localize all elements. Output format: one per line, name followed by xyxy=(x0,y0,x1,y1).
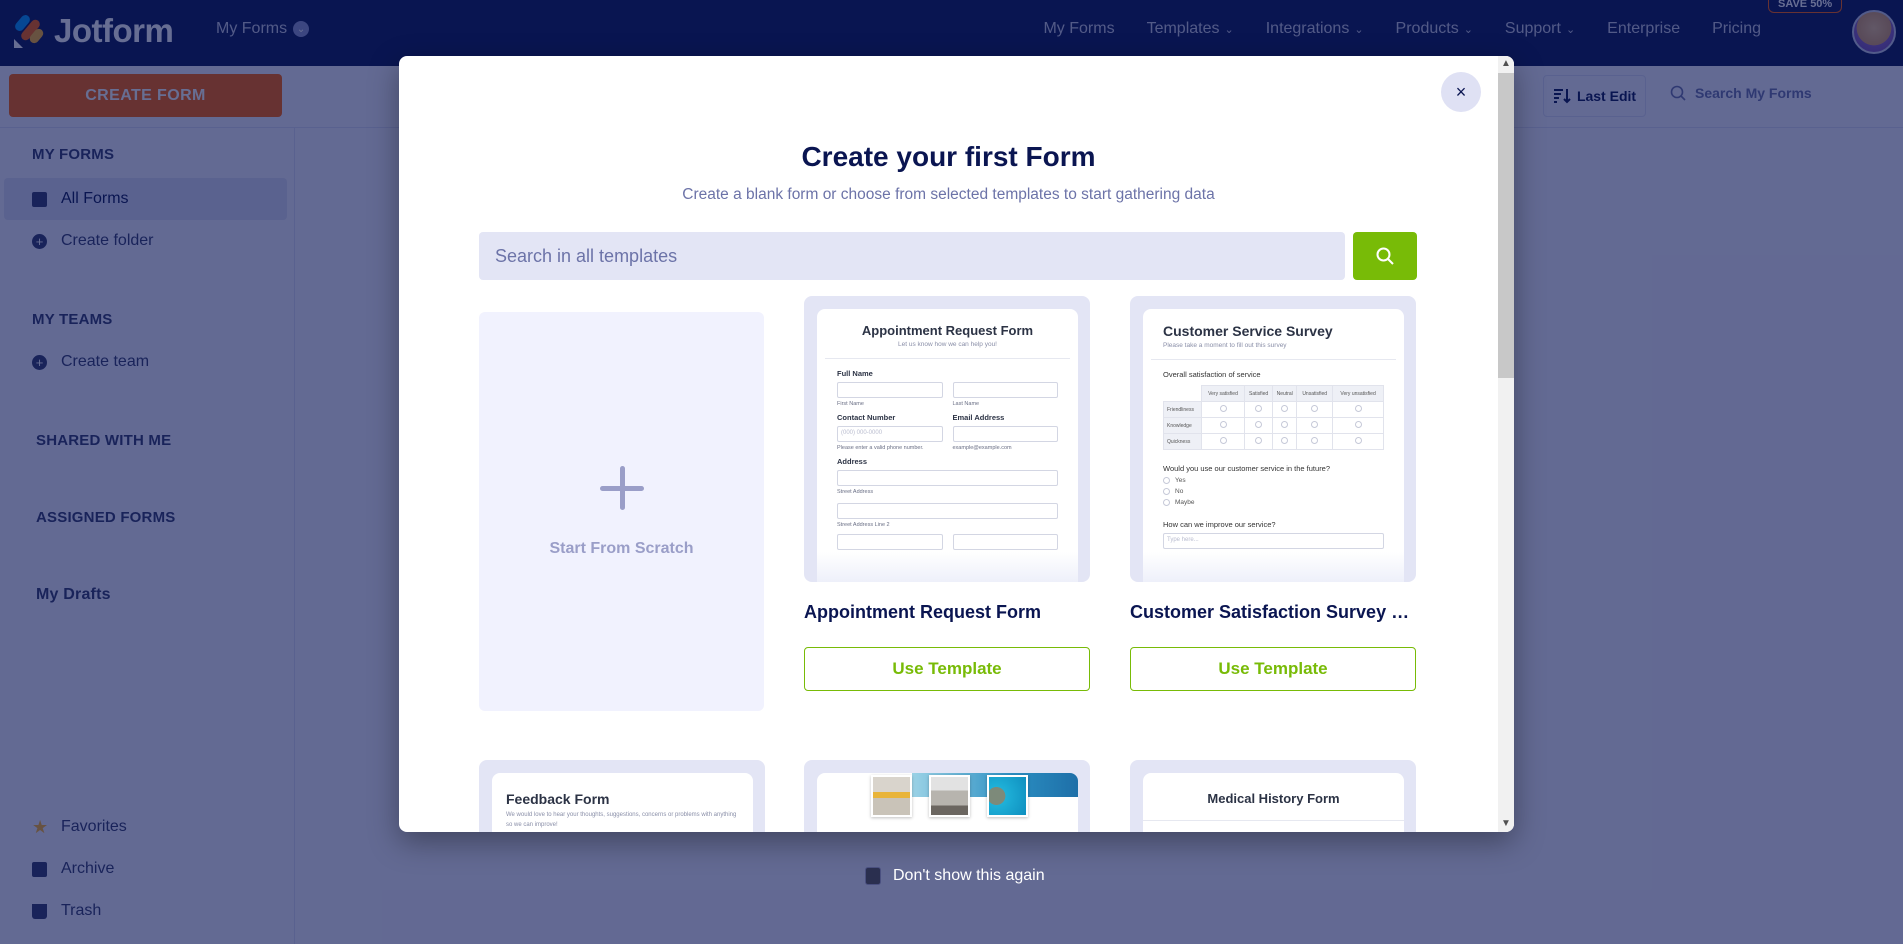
dont-show-checkbox[interactable] xyxy=(865,867,881,885)
dont-show-label: Don't show this again xyxy=(893,867,1045,884)
template-card-medical-history[interactable]: Medical History Form xyxy=(1130,760,1416,832)
plus-icon xyxy=(599,465,644,510)
modal-scrollbar[interactable]: ▲ ▼ xyxy=(1498,56,1514,832)
preview-matrix: Very satisfied Satisfied Neutral Unsatis… xyxy=(1163,385,1384,450)
create-form-modal: × Create your first Form Create a blank … xyxy=(399,56,1514,832)
preview-hint: example@example.com xyxy=(952,445,1012,451)
matrix-row: Quickness xyxy=(1163,433,1202,450)
matrix-column: Satisfied xyxy=(1243,385,1274,402)
preview-label: Email Address xyxy=(952,413,1005,422)
matrix-column: Very satisfied xyxy=(1201,385,1245,402)
preview-placeholder: Type here... xyxy=(1163,533,1384,549)
start-from-scratch-card[interactable]: Start From Scratch xyxy=(479,312,764,711)
matrix-row: Knowledge xyxy=(1163,417,1202,434)
template-name: Customer Satisfaction Survey Fo... xyxy=(1130,602,1416,622)
preview-label: Full Name xyxy=(837,369,873,378)
dont-show-again[interactable]: Don't show this again xyxy=(865,867,1045,885)
matrix-column: Unsatisfied xyxy=(1296,385,1334,402)
preview-option: Maybe xyxy=(1175,499,1195,506)
preview-title: Customer Service Survey xyxy=(1163,323,1333,339)
template-name: Appointment Request Form xyxy=(804,602,1041,622)
preview-placeholder: (000) 000-0000 xyxy=(837,426,943,442)
preview-title: Feedback Form xyxy=(506,791,610,807)
scrollbar-thumb[interactable] xyxy=(1498,73,1514,378)
matrix-row: Friendliness xyxy=(1163,401,1202,418)
start-from-scratch-label: Start From Scratch xyxy=(549,539,694,557)
preview-option: Yes xyxy=(1175,477,1186,484)
bedroom-photo xyxy=(929,775,970,817)
template-card-customer-survey: Customer Service Survey Please take a mo… xyxy=(1130,296,1416,691)
preview-label: Contact Number xyxy=(837,413,896,422)
use-template-button[interactable]: Use Template xyxy=(804,647,1090,691)
sea-photo xyxy=(987,775,1028,817)
preview-label: Would you use our customer service in th… xyxy=(1163,464,1331,473)
template-card-appointment: Appointment Request Form Let us know how… xyxy=(804,296,1090,691)
matrix-column: Neutral xyxy=(1272,385,1298,402)
modal-title: Create your first Form xyxy=(801,141,1096,172)
hotel-preview-image xyxy=(817,773,1078,832)
template-preview[interactable]: Customer Service Survey Please take a mo… xyxy=(1130,296,1416,582)
modal-subtitle: Create a blank form or choose from selec… xyxy=(682,186,1215,203)
use-template-button[interactable]: Use Template xyxy=(1130,647,1416,691)
preview-title: Appointment Request Form xyxy=(861,323,1034,338)
scroll-up-icon[interactable]: ▲ xyxy=(1498,56,1514,72)
scroll-down-icon[interactable]: ▼ xyxy=(1498,816,1514,832)
template-card-hotel[interactable] xyxy=(804,760,1090,832)
preview-subtitle: We would love to hear your thoughts, sug… xyxy=(506,812,737,828)
close-icon: × xyxy=(1455,81,1467,102)
preview-subtitle: Please take a moment to fill out this su… xyxy=(1163,342,1287,349)
preview-hint: Please enter a valid phone number. xyxy=(837,445,924,451)
preview-label: Address xyxy=(837,457,868,466)
search-icon xyxy=(1376,247,1394,265)
preview-subtitle: Let us know how we can help you! xyxy=(897,341,997,348)
template-search-button[interactable] xyxy=(1353,232,1417,280)
preview-label: How can we improve our service? xyxy=(1163,520,1276,529)
close-modal-button[interactable]: × xyxy=(1441,72,1481,112)
template-search-input[interactable] xyxy=(479,232,1345,280)
bedroom-photo xyxy=(871,775,912,817)
template-preview[interactable]: Appointment Request Form Let us know how… xyxy=(804,296,1090,582)
preview-option: No xyxy=(1175,488,1184,495)
matrix-column: Very unsatisfied xyxy=(1332,385,1384,402)
template-card-feedback[interactable]: Feedback Form We would love to hear your… xyxy=(479,760,765,832)
preview-title: Medical History Form xyxy=(1207,791,1340,806)
preview-hint: Street Address xyxy=(837,489,874,495)
preview-label: Overall satisfaction of service xyxy=(1163,370,1261,379)
